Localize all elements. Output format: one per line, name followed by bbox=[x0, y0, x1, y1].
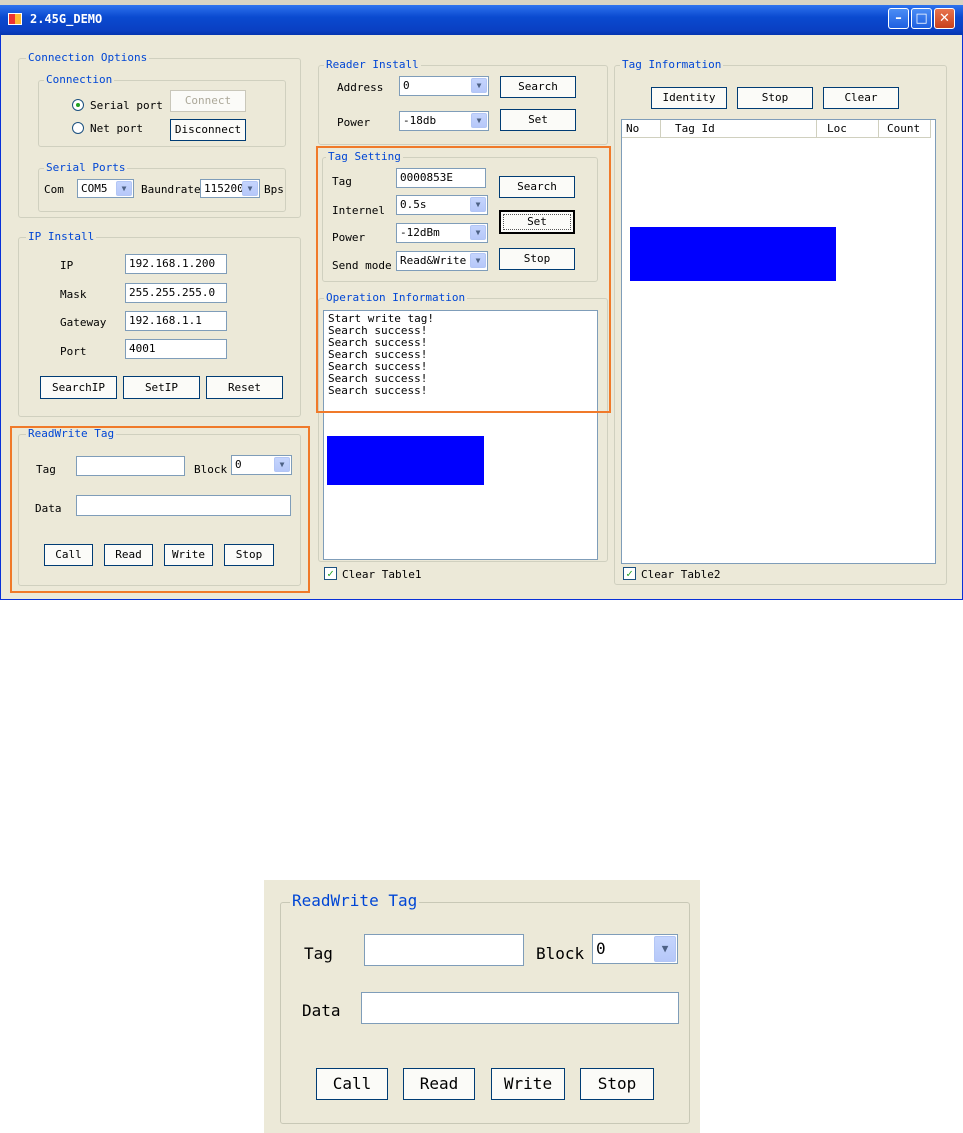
net-port-radio[interactable] bbox=[72, 122, 84, 134]
ip-label: IP bbox=[60, 259, 74, 272]
clear-table2-checkbox[interactable]: ✓ bbox=[623, 567, 636, 580]
connection-options-label: Connection Options bbox=[26, 51, 150, 64]
com-value: COM5 bbox=[81, 182, 108, 195]
zoom-write-button[interactable]: Write bbox=[491, 1068, 565, 1100]
title-bar[interactable] bbox=[0, 5, 963, 35]
reader-set-button[interactable]: Set bbox=[500, 109, 576, 131]
address-value: 0 bbox=[403, 79, 410, 92]
col-tag-id[interactable]: Tag Id bbox=[661, 120, 817, 138]
highlight-box-readwrite bbox=[10, 426, 310, 593]
zoom-read-button[interactable]: Read bbox=[403, 1068, 475, 1100]
close-button[interactable]: ✕ bbox=[934, 8, 955, 29]
window-title: 2.45G_DEMO bbox=[30, 12, 103, 26]
zoomed-readwrite-panel: ReadWrite Tag Tag Block 0 ▼ Data Call Rea… bbox=[264, 880, 700, 1133]
connection-group bbox=[38, 80, 286, 147]
identity-button[interactable]: Identity bbox=[651, 87, 727, 109]
address-select[interactable]: 0 ▼ bbox=[399, 76, 489, 96]
serial-port-label: Serial port bbox=[90, 99, 163, 112]
dropdown-arrow-icon: ▼ bbox=[242, 181, 258, 196]
tag-stop-button[interactable]: Stop bbox=[737, 87, 813, 109]
redaction-block bbox=[327, 436, 484, 485]
baud-label: Baundrate bbox=[141, 183, 201, 196]
zoom-block-value: 0 bbox=[596, 939, 606, 958]
connect-button[interactable]: Connect bbox=[170, 90, 246, 112]
reader-power-select[interactable]: -18db ▼ bbox=[399, 111, 489, 131]
zoom-data-label: Data bbox=[302, 1001, 341, 1020]
maximize-button[interactable]: □ bbox=[911, 8, 932, 29]
connection-label: Connection bbox=[44, 73, 115, 86]
ip-input[interactable]: 192.168.1.200 bbox=[125, 254, 227, 274]
app-icon bbox=[8, 13, 22, 25]
redaction-block bbox=[630, 227, 836, 281]
tag-info-label: Tag Information bbox=[620, 58, 724, 71]
dropdown-arrow-icon: ▼ bbox=[116, 181, 132, 196]
reader-install-label: Reader Install bbox=[324, 58, 421, 71]
searchip-button[interactable]: SearchIP bbox=[40, 376, 117, 399]
ip-install-label: IP Install bbox=[26, 230, 97, 243]
zoom-tag-label: Tag bbox=[304, 944, 333, 963]
dropdown-arrow-icon: ▼ bbox=[471, 113, 487, 128]
serial-ports-label: Serial Ports bbox=[44, 161, 128, 174]
col-no[interactable]: No bbox=[622, 120, 661, 138]
tag-clear-button[interactable]: Clear bbox=[823, 87, 899, 109]
reader-search-button[interactable]: Search bbox=[500, 76, 576, 98]
zoom-call-button[interactable]: Call bbox=[316, 1068, 388, 1100]
reader-power-label: Power bbox=[337, 116, 371, 129]
zoom-block-select[interactable]: 0 ▼ bbox=[592, 934, 678, 964]
port-input[interactable]: 4001 bbox=[125, 339, 227, 359]
bps-unit: Bps bbox=[264, 183, 284, 196]
setip-button[interactable]: SetIP bbox=[123, 376, 200, 399]
gateway-label: Gateway bbox=[60, 316, 107, 329]
baud-value: 115200 bbox=[204, 182, 244, 195]
com-label: Com bbox=[44, 183, 64, 196]
reset-button[interactable]: Reset bbox=[206, 376, 283, 399]
minimize-button[interactable]: – bbox=[888, 8, 909, 29]
col-loc[interactable]: Loc bbox=[817, 120, 879, 138]
reader-power-value: -18db bbox=[403, 114, 437, 127]
zoom-block-label: Block bbox=[536, 944, 585, 963]
zoom-stop-button[interactable]: Stop bbox=[580, 1068, 654, 1100]
com-select[interactable]: COM5 ▼ bbox=[77, 179, 134, 198]
highlight-box-tag-setting bbox=[316, 146, 611, 413]
dropdown-arrow-icon: ▼ bbox=[654, 936, 676, 962]
clear-table1-checkbox[interactable]: ✓ bbox=[324, 567, 337, 580]
address-label: Address bbox=[337, 81, 384, 94]
zoom-tag-input[interactable] bbox=[364, 934, 524, 966]
disconnect-button[interactable]: Disconnect bbox=[170, 119, 246, 141]
gateway-input[interactable]: 192.168.1.1 bbox=[125, 311, 227, 331]
mask-label: Mask bbox=[60, 288, 87, 301]
port-label: Port bbox=[60, 345, 87, 358]
mask-input[interactable]: 255.255.255.0 bbox=[125, 283, 227, 303]
col-count[interactable]: Count bbox=[879, 120, 931, 138]
zoom-readwrite-label: ReadWrite Tag bbox=[290, 891, 420, 910]
net-port-label: Net port bbox=[90, 122, 143, 135]
baud-select[interactable]: 115200 ▼ bbox=[200, 179, 260, 198]
clear-table2-label: Clear Table2 bbox=[641, 568, 721, 581]
tag-table[interactable]: No Tag Id Loc Count bbox=[621, 119, 936, 564]
zoom-data-input[interactable] bbox=[361, 992, 679, 1024]
serial-port-radio[interactable] bbox=[72, 99, 84, 111]
clear-table1-label: Clear Table1 bbox=[342, 568, 422, 581]
dropdown-arrow-icon: ▼ bbox=[471, 78, 487, 93]
